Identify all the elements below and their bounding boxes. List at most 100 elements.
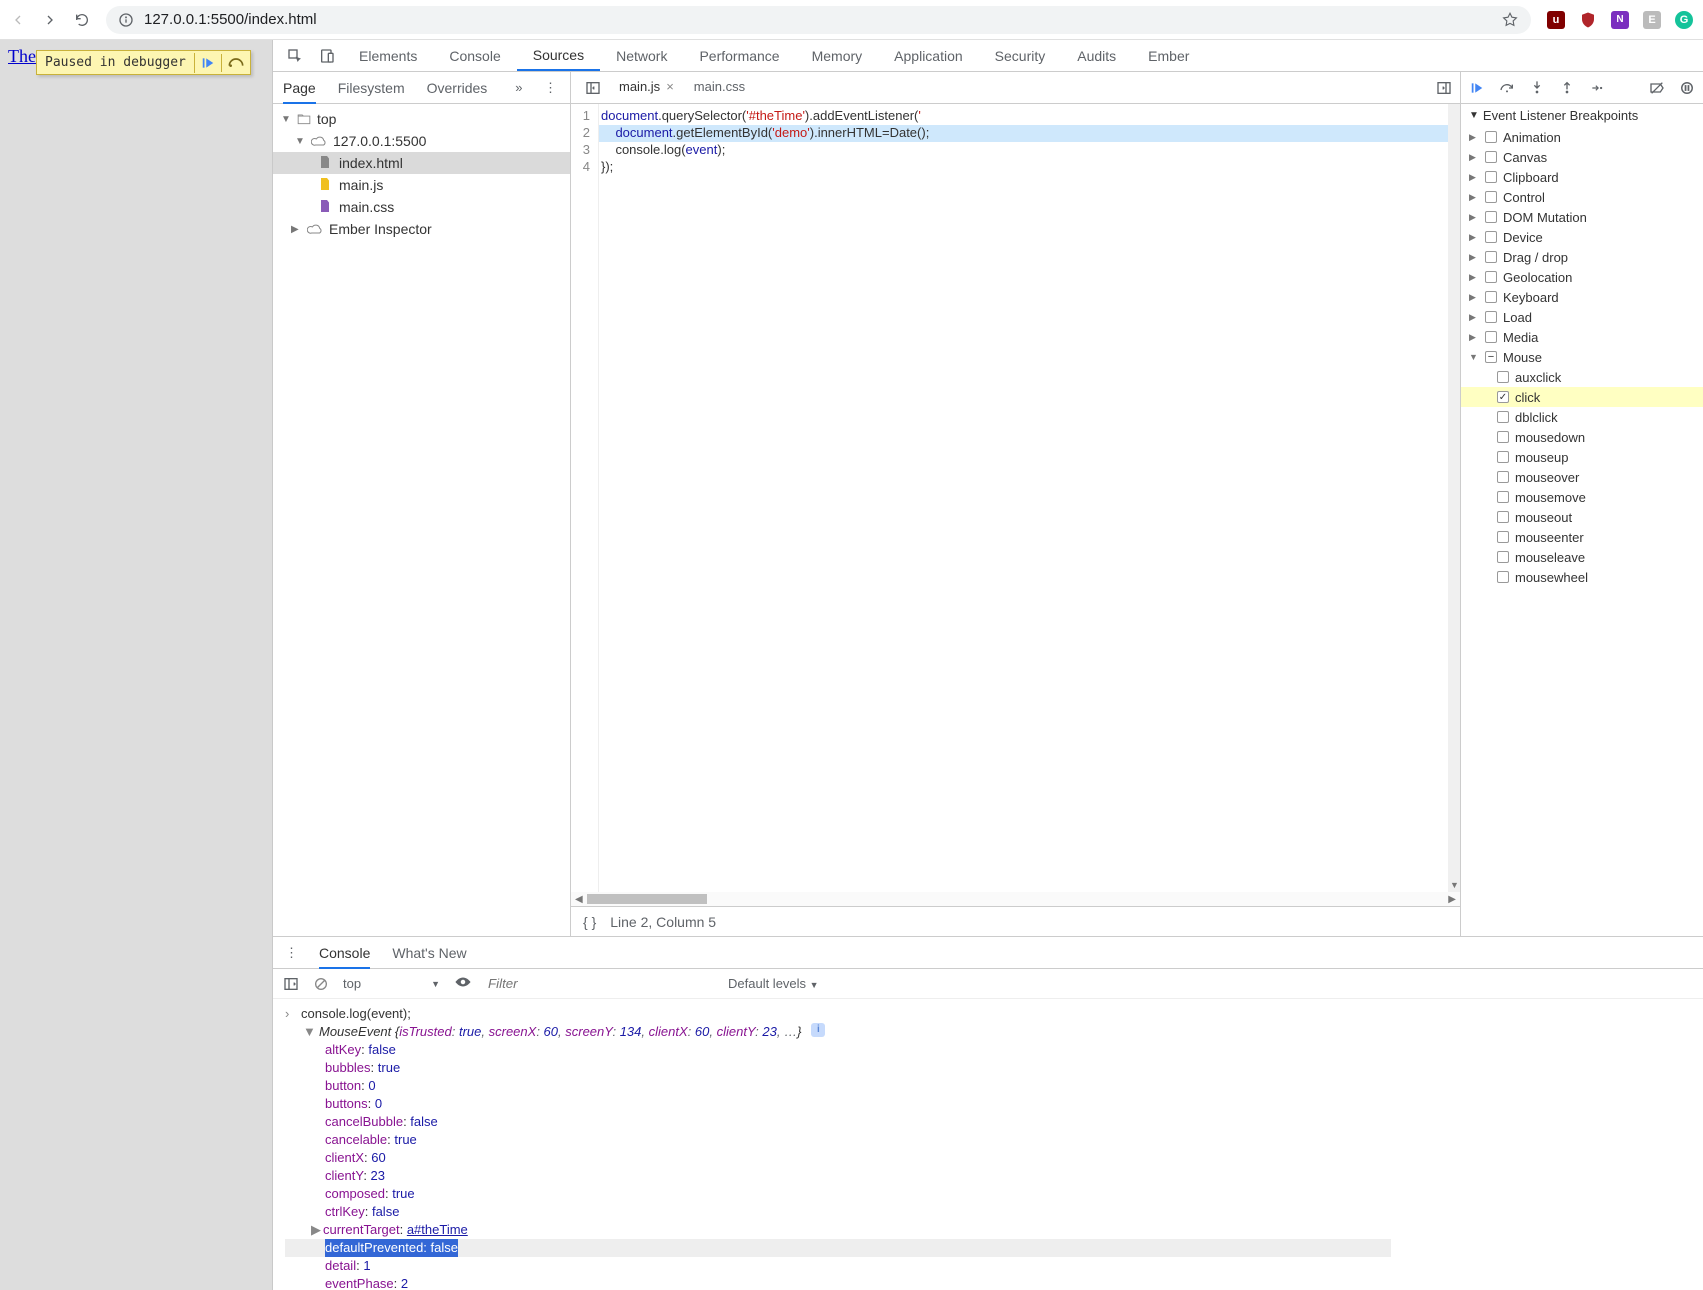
checkbox[interactable]	[1497, 471, 1509, 483]
checkbox[interactable]	[1485, 311, 1497, 323]
toggle-sidebar-icon[interactable]	[283, 976, 299, 992]
bp-category-load[interactable]: ▶Load	[1461, 307, 1703, 327]
onenote-icon[interactable]: N	[1611, 11, 1629, 29]
clear-console-icon[interactable]	[313, 976, 329, 992]
info-badge-icon[interactable]: i	[811, 1023, 825, 1037]
checkbox[interactable]	[1497, 411, 1509, 423]
checkbox[interactable]	[1497, 551, 1509, 563]
tree-file-css[interactable]: main.css	[273, 196, 570, 218]
debugger-resume-button[interactable]	[194, 53, 221, 73]
eye-icon[interactable]	[454, 976, 470, 992]
bp-event-dblclick[interactable]: dblclick	[1461, 407, 1703, 427]
tree-ember[interactable]: ▶ Ember Inspector	[273, 218, 570, 240]
pause-exceptions-icon[interactable]	[1679, 80, 1695, 96]
src-tab-overrides[interactable]: Overrides	[427, 80, 488, 96]
tab-application[interactable]: Application	[878, 40, 979, 71]
checkbox[interactable]	[1497, 491, 1509, 503]
tab-security[interactable]: Security	[979, 40, 1062, 71]
src-tab-filesystem[interactable]: Filesystem	[338, 80, 405, 96]
run-snippet-icon[interactable]	[1436, 80, 1452, 96]
menu-icon[interactable]: ⋮	[544, 80, 560, 96]
checkbox[interactable]	[1485, 191, 1497, 203]
checkbox[interactable]	[1485, 131, 1497, 143]
checkbox[interactable]	[1497, 451, 1509, 463]
code-lines[interactable]: document.querySelector('#theTime').addEv…	[599, 104, 1460, 906]
step-icon[interactable]	[1589, 80, 1605, 96]
resume-icon[interactable]	[1469, 80, 1485, 96]
bp-category-device[interactable]: ▶Device	[1461, 227, 1703, 247]
tab-elements[interactable]: Elements	[343, 40, 433, 71]
prop-currentTarget[interactable]: ▶currentTarget: a#theTime	[285, 1221, 1691, 1239]
prop-button[interactable]: button: 0	[285, 1077, 1691, 1095]
checkbox[interactable]	[1485, 291, 1497, 303]
prop-buttons[interactable]: buttons: 0	[285, 1095, 1691, 1113]
prop-clientY[interactable]: clientY: 23	[285, 1167, 1691, 1185]
toggle-nav-icon[interactable]	[585, 80, 601, 96]
prop-detail[interactable]: detail: 1	[285, 1257, 1691, 1275]
horiz-scrollbar[interactable]: ◀ ▶	[571, 892, 1460, 906]
src-tab-page[interactable]: Page	[283, 80, 316, 104]
tree-file-html[interactable]: index.html	[273, 152, 570, 174]
checkbox[interactable]	[1497, 531, 1509, 543]
device-toggle-icon[interactable]	[319, 48, 335, 64]
editor-tab-main-js[interactable]: main.js×	[609, 79, 684, 96]
step-into-icon[interactable]	[1529, 80, 1545, 96]
console-output[interactable]: › console.log(event); ▼ MouseEvent {isTr…	[273, 999, 1703, 1290]
bp-event-click[interactable]: click	[1461, 387, 1703, 407]
bp-category-animation[interactable]: ▶Animation	[1461, 127, 1703, 147]
checkbox[interactable]	[1497, 571, 1509, 583]
bp-event-mouseleave[interactable]: mouseleave	[1461, 547, 1703, 567]
tab-performance[interactable]: Performance	[683, 40, 795, 71]
info-icon[interactable]	[118, 12, 134, 28]
bp-category-control[interactable]: ▶Control	[1461, 187, 1703, 207]
more-tabs-icon[interactable]: »	[515, 80, 531, 96]
vert-scrollbar[interactable]: ▼	[1448, 104, 1460, 892]
inspect-element-icon[interactable]	[287, 48, 303, 64]
section-header[interactable]: ▼ Event Listener Breakpoints	[1461, 104, 1703, 127]
bp-event-mouseenter[interactable]: mouseenter	[1461, 527, 1703, 547]
checkbox[interactable]	[1497, 391, 1509, 403]
checkbox[interactable]	[1497, 431, 1509, 443]
tab-console[interactable]: Console	[433, 40, 516, 71]
deactivate-bp-icon[interactable]	[1649, 80, 1665, 96]
ublock-icon[interactable]: u	[1547, 11, 1565, 29]
bp-category-keyboard[interactable]: ▶Keyboard	[1461, 287, 1703, 307]
bp-event-auxclick[interactable]: auxclick	[1461, 367, 1703, 387]
page-link[interactable]: The	[8, 46, 36, 66]
checkbox[interactable]	[1485, 331, 1497, 343]
log-entry[interactable]: › console.log(event);	[285, 1005, 1691, 1023]
checkbox[interactable]	[1485, 251, 1497, 263]
bp-event-mousemove[interactable]: mousemove	[1461, 487, 1703, 507]
step-over-icon[interactable]	[1499, 80, 1515, 96]
debugger-step-button[interactable]	[221, 54, 250, 72]
forward-button[interactable]	[42, 12, 58, 28]
format-icon[interactable]: { }	[583, 914, 596, 930]
bp-event-mouseout[interactable]: mouseout	[1461, 507, 1703, 527]
breakpoint-list[interactable]: ▶Animation▶Canvas▶Clipboard▶Control▶DOM …	[1461, 127, 1703, 936]
code-editor[interactable]: 1234 document.querySelector('#theTime').…	[571, 104, 1460, 906]
tree-host[interactable]: ▼ 127.0.0.1:5500	[273, 130, 570, 152]
tab-audits[interactable]: Audits	[1061, 40, 1132, 71]
tab-ember[interactable]: Ember	[1132, 40, 1205, 71]
bp-category-geolocation[interactable]: ▶Geolocation	[1461, 267, 1703, 287]
tree-root[interactable]: ▼ top	[273, 108, 570, 130]
checkbox[interactable]	[1485, 231, 1497, 243]
address-bar[interactable]: 127.0.0.1:5500/index.html	[106, 6, 1531, 34]
checkbox[interactable]	[1497, 511, 1509, 523]
prop-altKey[interactable]: altKey: false	[285, 1041, 1691, 1059]
bp-event-mousedown[interactable]: mousedown	[1461, 427, 1703, 447]
tab-sources[interactable]: Sources	[517, 40, 600, 71]
bp-event-mouseover[interactable]: mouseover	[1461, 467, 1703, 487]
back-button[interactable]	[10, 12, 26, 28]
checkbox[interactable]	[1497, 371, 1509, 383]
star-icon[interactable]	[1501, 11, 1519, 29]
checkbox[interactable]	[1485, 351, 1497, 363]
reload-button[interactable]	[74, 12, 90, 28]
log-object[interactable]: ▼ MouseEvent {isTrusted: true, screenX: …	[285, 1023, 1691, 1041]
bp-category-clipboard[interactable]: ▶Clipboard	[1461, 167, 1703, 187]
tab-network[interactable]: Network	[600, 40, 683, 71]
ext-e-icon[interactable]: E	[1643, 11, 1661, 29]
drawer-tab-what-s-new[interactable]: What's New	[392, 945, 466, 961]
drawer-menu-icon[interactable]: ⋮	[285, 945, 301, 961]
checkbox[interactable]	[1485, 151, 1497, 163]
